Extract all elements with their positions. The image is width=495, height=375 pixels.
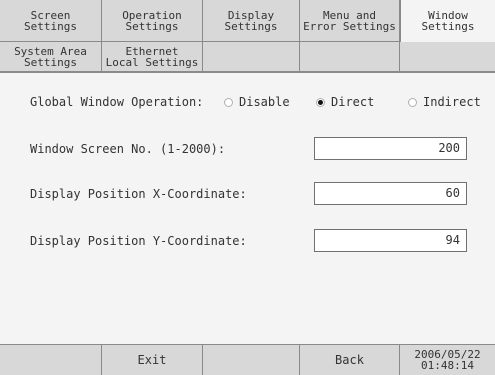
global-window-operation-label: Global Window Operation: <box>30 95 204 109</box>
exit-button[interactable]: Exit <box>102 345 203 375</box>
radio-direct-label: Direct <box>331 95 375 109</box>
date-time-display: 2006/05/22 01:48:14 <box>400 345 495 375</box>
tab-label-line1: Menu and <box>323 8 376 22</box>
tab-empty-slot <box>400 42 495 72</box>
tab-label-line1: Display <box>227 8 275 22</box>
radio-disable-label: Disable <box>239 95 290 109</box>
tab-screen-settings[interactable]: Screen Settings <box>0 0 102 42</box>
radio-on-icon <box>316 97 325 107</box>
position-x-field[interactable]: 60 <box>314 182 467 205</box>
window-screen-no-field[interactable]: 200 <box>314 137 467 160</box>
tab-ethernet-local-settings[interactable]: Ethernet Local Settings <box>102 42 203 72</box>
time-text: 01:48:14 <box>421 359 474 372</box>
tab-label-line2: Local Settings <box>105 55 199 69</box>
tab-system-area-settings[interactable]: System Area Settings <box>0 42 102 72</box>
radio-indirect[interactable]: Indirect <box>408 95 481 109</box>
back-button[interactable]: Back <box>300 345 400 375</box>
radio-direct[interactable]: Direct <box>316 95 374 109</box>
tab-display-settings[interactable]: Display Settings <box>203 0 300 42</box>
bottom-empty-slot <box>0 345 102 375</box>
tab-empty-slot <box>203 42 300 72</box>
radio-off-icon <box>224 97 233 107</box>
tab-menu-error-settings[interactable]: Menu and Error Settings <box>300 0 400 42</box>
tab-label-line1: Screen <box>30 8 71 22</box>
tab-label-line1: Operation <box>122 8 182 22</box>
position-y-field[interactable]: 94 <box>314 229 467 252</box>
tab-label-line2: Settings <box>125 19 179 33</box>
tab-operation-settings[interactable]: Operation Settings <box>102 0 203 42</box>
tab-empty-slot <box>300 42 400 72</box>
window-screen-no-label: Window Screen No. (1-2000): <box>30 142 226 156</box>
tab-label-line2: Settings <box>24 55 77 69</box>
radio-indirect-label: Indirect <box>423 95 481 109</box>
radio-off-icon <box>408 97 417 107</box>
position-y-label: Display Position Y-Coordinate: <box>30 234 247 248</box>
bottom-empty-slot <box>203 345 300 375</box>
tab-label-line2: Settings <box>24 19 77 33</box>
position-x-label: Display Position X-Coordinate: <box>30 187 247 201</box>
radio-disable[interactable]: Disable <box>224 95 290 109</box>
tab-label-line2: Settings <box>224 19 278 33</box>
settings-panel: Global Window Operation: Disable Direct … <box>0 72 495 344</box>
tab-label-line1: System Area <box>14 44 87 58</box>
tab-label-line1: Ethernet <box>125 44 179 58</box>
tab-label-line2: Error Settings <box>303 19 396 33</box>
tab-label-line2: Settings <box>421 20 475 33</box>
tab-window-settings[interactable]: Window Settings <box>400 0 495 42</box>
